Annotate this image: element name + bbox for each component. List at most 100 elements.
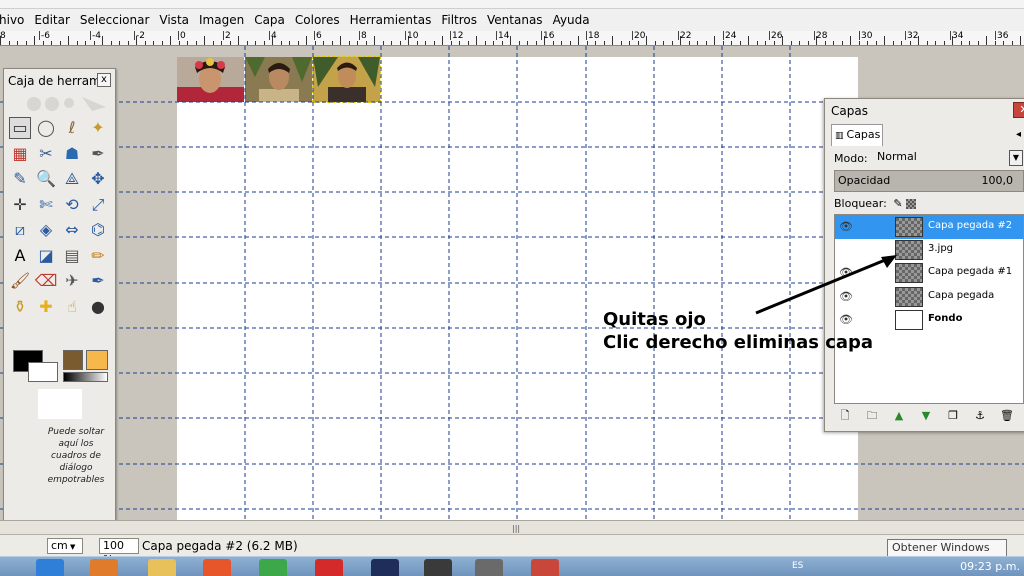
mode-select[interactable]: Normal [875, 150, 1024, 166]
layer-row[interactable]: 👁 Capa pegada [835, 285, 1023, 309]
smudge-tool-icon[interactable]: ☝ [61, 296, 83, 318]
blend-tool-icon[interactable]: ▤ [61, 245, 83, 267]
crop-tool-icon[interactable]: ✄ [35, 194, 57, 216]
app-icon[interactable] [424, 559, 452, 576]
bucket-fill-tool-icon[interactable]: ◪ [35, 245, 57, 267]
chrome-icon[interactable] [259, 559, 287, 576]
flip-tool-icon[interactable]: ⇔ [61, 219, 83, 241]
layer-name[interactable]: Capa pegada #2 [928, 220, 1012, 231]
opacity-slider[interactable]: Opacidad 100,0 [834, 170, 1024, 192]
opera-icon[interactable] [315, 559, 343, 576]
menu-herramientas[interactable]: Herramientas [345, 9, 437, 31]
rotate-tool-icon[interactable]: ⟲ [61, 194, 83, 216]
menu-vista[interactable]: Vista [154, 9, 194, 31]
new-layer-icon[interactable]: 🗋 [838, 409, 852, 423]
windows10-tooltip[interactable]: Obtener Windows 10 [887, 539, 1007, 570]
ellipse-select-tool-icon[interactable]: ◯ [35, 117, 57, 139]
lower-layer-icon[interactable]: ▼ [919, 409, 933, 423]
horizontal-scrollbar[interactable]: ||| [0, 520, 1024, 534]
layer-row[interactable]: 👁 Capa pegada #2 [835, 215, 1023, 239]
gradient-preview[interactable] [63, 372, 108, 382]
tray-language[interactable]: ES [792, 561, 803, 571]
pattern-preview[interactable] [86, 350, 108, 370]
menu-archivo[interactable]: hivo [0, 9, 29, 31]
zoom-select[interactable]: 100 % [99, 538, 139, 566]
horizontal-ruler[interactable]: 8 |-6 |-4 |-2 |0 |2 |4 |6 |8 |10 |12 |14 |16 |18 |20 |2… [0, 31, 1024, 46]
toolbox-titlebar[interactable]: Caja de herram... x [4, 69, 115, 93]
menu-colores[interactable]: Colores [290, 9, 345, 31]
tab-menu-arrow-icon[interactable]: ◂ [1016, 129, 1021, 140]
layer-name[interactable]: Fondo [928, 313, 962, 324]
rect-select-tool-icon[interactable]: ▭ [9, 117, 31, 139]
explorer-icon[interactable] [148, 559, 176, 576]
media-icon[interactable] [90, 559, 118, 576]
menu-imagen[interactable]: Imagen [194, 9, 249, 31]
tab-capas[interactable]: ▥ Capas [831, 124, 883, 146]
powerpoint-icon[interactable] [531, 559, 559, 576]
menu-ayuda[interactable]: Ayuda [548, 9, 595, 31]
perspective-tool-icon[interactable]: ◈ [35, 219, 57, 241]
clone-tool-icon[interactable]: ⚱ [9, 296, 31, 318]
heal-tool-icon[interactable]: ✚ [35, 296, 57, 318]
eraser-tool-icon[interactable]: ⌫ [35, 270, 58, 292]
scroll-grip[interactable]: ||| [512, 524, 520, 533]
ink-tool-icon[interactable]: ✒ [87, 270, 109, 292]
layer-name[interactable]: 3.jpg [928, 243, 953, 254]
new-group-icon[interactable]: 🗀 [865, 409, 879, 423]
visibility-eye-icon[interactable] [838, 242, 854, 258]
scale-tool-icon[interactable]: ⤢ [87, 194, 109, 216]
menu-seleccionar[interactable]: Seleccionar [75, 9, 154, 31]
text-tool-icon[interactable]: A [9, 245, 31, 267]
align-tool-icon[interactable]: ✛ [9, 194, 31, 216]
tray-clock[interactable]: 09:23 p.m. [960, 560, 1020, 573]
ie-icon[interactable] [36, 559, 64, 576]
layer-name[interactable]: Capa pegada #1 [928, 266, 1012, 277]
duplicate-layer-icon[interactable]: ❐ [946, 409, 960, 423]
menu-ventanas[interactable]: Ventanas [482, 9, 548, 31]
scissors-tool-icon[interactable]: ✂ [35, 143, 57, 165]
visibility-eye-icon[interactable]: 👁 [838, 312, 854, 328]
paintbrush-tool-icon[interactable]: 🖌 [9, 270, 31, 292]
shear-tool-icon[interactable]: ⧄ [9, 219, 31, 241]
firefox-icon[interactable] [203, 559, 231, 576]
visibility-eye-icon[interactable]: 👁 [838, 265, 854, 281]
raise-layer-icon[interactable]: ▲ [892, 409, 906, 423]
opacity-value[interactable]: 100,0 [982, 171, 1014, 191]
free-select-tool-icon[interactable]: ℓ [61, 117, 83, 139]
measure-tool-icon[interactable]: ⟁ [61, 168, 83, 190]
unit-select[interactable]: cm ▼ [47, 538, 83, 554]
color-picker-tool-icon[interactable]: ✎ [9, 168, 31, 190]
move-tool-icon[interactable]: ✥ [87, 168, 109, 190]
pencil-tool-icon[interactable]: ✏ [87, 245, 109, 267]
airbrush-tool-icon[interactable]: ✈ [61, 270, 83, 292]
layer-row[interactable]: 👁 Fondo [835, 308, 1023, 332]
lock-pixels-icon[interactable]: ✎ [893, 197, 902, 210]
background-color[interactable] [28, 362, 58, 382]
brush-preview[interactable] [63, 350, 83, 370]
layers-close-button[interactable]: ✕ [1013, 102, 1024, 118]
menu-capa[interactable]: Capa [249, 9, 290, 31]
toolbox-close-button[interactable]: x [97, 73, 111, 87]
dodge-burn-tool-icon[interactable]: ● [87, 296, 109, 318]
visibility-eye-icon[interactable]: 👁 [838, 289, 854, 305]
cage-tool-icon[interactable]: ⌬ [87, 219, 109, 241]
ruler-label: |-4 [89, 31, 102, 41]
layer-row[interactable]: 👁 Capa pegada #1 [835, 261, 1023, 285]
menu-editar[interactable]: Editar [29, 9, 75, 31]
select-by-color-tool-icon[interactable]: ▦ [9, 143, 31, 165]
chevron-down-icon[interactable]: ▼ [1009, 150, 1023, 166]
ruler-tick [417, 41, 418, 45]
anchor-layer-icon[interactable]: ⚓ [973, 409, 987, 423]
paths-tool-icon[interactable]: ✒ [87, 143, 109, 165]
gimp-icon[interactable] [475, 559, 503, 576]
delete-layer-icon[interactable]: 🗑 [1000, 409, 1014, 423]
lock-alpha-icon[interactable] [906, 199, 917, 209]
visibility-eye-icon[interactable]: 👁 [838, 219, 854, 235]
foreground-select-tool-icon[interactable]: ☗ [61, 143, 83, 165]
layer-row[interactable]: 3.jpg [835, 238, 1023, 262]
fuzzy-select-tool-icon[interactable]: ✦ [87, 117, 109, 139]
menu-filtros[interactable]: Filtros [436, 9, 482, 31]
photoshop-icon[interactable] [371, 559, 399, 576]
zoom-tool-icon[interactable]: 🔍 [35, 168, 57, 190]
layer-name[interactable]: Capa pegada [928, 290, 994, 301]
